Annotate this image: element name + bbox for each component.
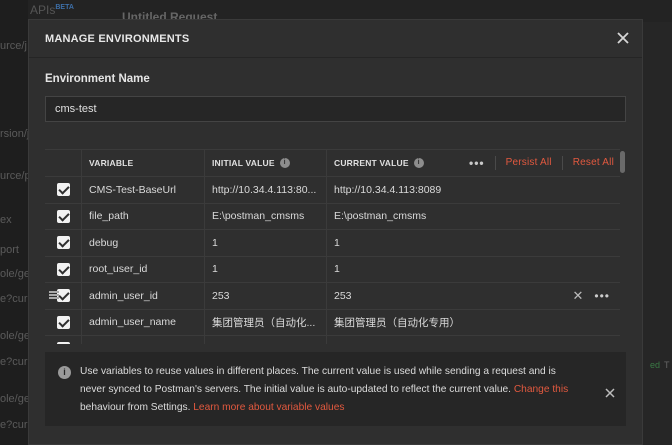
background-sidebar: urce/j rsion/j urce/p ex port ole/ge e?curre ol… — [0, 0, 28, 445]
checkbox-icon[interactable] — [56, 183, 70, 197]
variables-table: VARIABLE INITIAL VALUE i CURRENT VALUE i… — [45, 149, 620, 344]
header-current-value: CURRENT VALUE i ••• Persist All Reset Al… — [326, 150, 620, 176]
background-sidebar-item: rsion/j — [0, 128, 28, 140]
modal-header: MANAGE ENVIRONMENTS — [29, 20, 642, 58]
variable-cell[interactable]: CMS-Test-BaseUrl — [81, 177, 204, 203]
current-value-cell[interactable]: 集团管理员（自动化专用） — [326, 309, 620, 335]
header-current-value-label: CURRENT VALUE — [334, 157, 409, 168]
current-value-text: 253 — [334, 289, 352, 302]
env-name-input[interactable] — [45, 96, 626, 122]
background-sidebar-item: ole/ge — [0, 330, 28, 342]
background-sidebar-item: e?curre — [0, 419, 28, 431]
more-icon[interactable]: ••• — [469, 156, 485, 170]
checkbox-icon[interactable] — [56, 236, 70, 250]
background-sidebar-item: ole/ge — [0, 393, 28, 405]
table-header: VARIABLE INITIAL VALUE i CURRENT VALUE i… — [45, 150, 620, 177]
variable-cell[interactable]: file_path — [81, 203, 204, 229]
env-name-label: Environment Name — [45, 73, 150, 85]
variable-cell[interactable]: admin_user_name — [81, 309, 204, 335]
current-value-cell[interactable]: E:\postman_cmsms — [326, 203, 620, 229]
background-sidebar-item: e?curre — [0, 356, 28, 368]
table-row: debug 1 1 — [45, 230, 620, 257]
close-icon[interactable] — [614, 29, 632, 47]
table-row: root_user_id 1 1 — [45, 256, 620, 283]
initial-value-cell[interactable]: 1 — [204, 230, 326, 256]
banner-message: Use variables to reuse values in differe… — [80, 366, 556, 395]
checkbox-icon[interactable] — [56, 209, 70, 223]
background-sidebar-item: urce/j — [0, 40, 27, 52]
initial-value-cell[interactable]: http://10.34.4.113:80... — [204, 177, 326, 203]
divider — [561, 155, 563, 170]
background-sidebar-item: ole/ge — [0, 268, 28, 280]
info-icon: i — [58, 366, 71, 379]
row-check-cell — [45, 310, 81, 336]
banner-text: Use variables to reuse values in differe… — [80, 363, 580, 417]
initial-value-cell[interactable] — [204, 336, 326, 344]
checkbox-icon[interactable] — [56, 342, 70, 344]
modal-title: MANAGE ENVIRONMENTS — [45, 33, 190, 45]
variable-cell[interactable] — [81, 336, 204, 344]
change-settings-link[interactable]: Change this — [514, 384, 568, 395]
table-row: admin_user_name 集团管理员（自动化... 集团管理员（自动化专用… — [45, 309, 620, 336]
current-value-cell[interactable]: 253 ✕ ••• — [326, 283, 620, 309]
header-check-cell — [45, 150, 81, 176]
row-check-cell — [45, 257, 81, 283]
background-sidebar-item: ex — [0, 214, 12, 226]
current-value-cell[interactable]: 1 — [326, 256, 620, 282]
variable-cell[interactable]: admin_user_id — [81, 283, 204, 309]
checkbox-icon[interactable] — [56, 262, 70, 276]
header-initial-value-label: INITIAL VALUE — [212, 157, 275, 168]
row-tools: ✕ ••• — [572, 283, 610, 309]
row-check-cell — [45, 230, 81, 256]
checkbox-icon[interactable] — [56, 315, 70, 329]
row-check-cell — [45, 336, 81, 344]
current-value-cell[interactable]: http://10.34.4.113:8089 — [326, 177, 620, 203]
table-row: file_path E:\postman_cmsms E:\postman_cm… — [45, 203, 620, 230]
row-check-cell — [45, 177, 81, 203]
reset-all-button[interactable]: Reset All — [573, 157, 614, 168]
table-row: admin_user_id 253 253 ✕ ••• — [45, 283, 620, 310]
table-scrollbar[interactable] — [620, 151, 625, 173]
close-icon[interactable] — [605, 385, 615, 398]
more-icon[interactable]: ••• — [594, 289, 610, 303]
background-right-panel: ed T — [642, 22, 672, 445]
header-initial-value: INITIAL VALUE i — [204, 150, 326, 176]
persist-all-button[interactable]: Persist All — [506, 157, 552, 168]
info-banner: i Use variables to reuse values in diffe… — [45, 352, 626, 426]
drag-handle-icon[interactable] — [49, 291, 59, 299]
table-row: CMS-Test-BaseUrl http://10.34.4.113:80..… — [45, 177, 620, 204]
background-sidebar-item: urce/p — [0, 170, 28, 182]
header-variable: VARIABLE — [81, 150, 204, 176]
banner-message-tail: behaviour from Settings. — [80, 402, 194, 413]
variable-cell[interactable]: debug — [81, 230, 204, 256]
row-check-cell — [45, 204, 81, 230]
current-value-cell[interactable] — [326, 336, 620, 344]
variable-cell[interactable]: root_user_id — [81, 256, 204, 282]
delete-icon[interactable]: ✕ — [572, 288, 583, 304]
background-sidebar-item: e?curre — [0, 293, 28, 305]
initial-value-cell[interactable]: 集团管理员（自动化... — [204, 309, 326, 335]
current-value-cell[interactable]: 1 — [326, 230, 620, 256]
table-row — [45, 336, 620, 344]
initial-value-cell[interactable]: E:\postman_cmsms — [204, 203, 326, 229]
info-icon[interactable]: i — [413, 157, 424, 168]
header-tools: ••• Persist All Reset All — [469, 150, 614, 176]
background-sidebar-item: port — [0, 244, 19, 256]
learn-more-link[interactable]: Learn more about variable values — [193, 402, 344, 413]
initial-value-cell[interactable]: 1 — [204, 256, 326, 282]
initial-value-cell[interactable]: 253 — [204, 283, 326, 309]
background-apis-label: APIsBETA — [30, 3, 74, 17]
info-icon[interactable]: i — [279, 157, 290, 168]
manage-environments-modal: MANAGE ENVIRONMENTS Environment Name VAR… — [28, 19, 643, 445]
divider — [494, 155, 496, 170]
